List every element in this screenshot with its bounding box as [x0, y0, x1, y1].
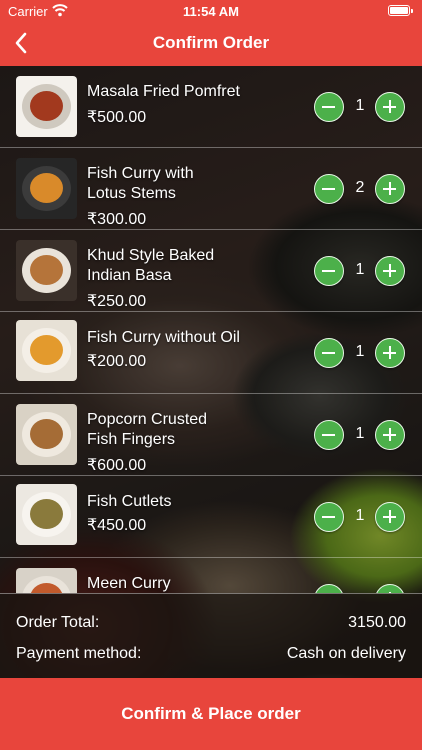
order-item: Fish Curry without Oil ₹200.00 1 — [0, 312, 422, 394]
item-quantity: 1 — [355, 507, 365, 524]
item-name: Masala Fried Pomfret — [87, 83, 240, 100]
item-price: ₹450.00 — [87, 517, 147, 534]
status-bar: Carrier 11:54 AM — [0, 0, 422, 22]
order-item: Fish Curry with Lotus Stems ₹300.00 2 — [0, 148, 422, 230]
item-name: Fish Curry without Oil — [87, 329, 240, 346]
decrease-quantity-button[interactable] — [314, 256, 344, 286]
increase-quantity-button[interactable] — [375, 92, 405, 122]
increase-quantity-button[interactable] — [375, 256, 405, 286]
order-item: Khud Style Baked Indian Basa ₹250.00 1 — [0, 230, 422, 312]
item-quantity: 2 — [355, 179, 365, 196]
item-name-line2: Fish Fingers — [87, 431, 176, 448]
order-item: Meen Curry — [0, 558, 422, 593]
payment-method-label: Payment method: — [16, 645, 142, 662]
item-thumbnail — [16, 484, 77, 545]
order-item: Popcorn Crusted Fish Fingers ₹600.00 1 — [0, 394, 422, 476]
order-summary: Order Total: 3150.00 Payment method: Cas… — [0, 593, 422, 678]
item-name-line2: Lotus Stems — [87, 185, 176, 202]
item-thumbnail — [16, 158, 77, 219]
item-name: Fish Cutlets — [87, 493, 172, 510]
item-name: Khud Style Baked — [87, 247, 215, 264]
decrease-quantity-button[interactable] — [314, 92, 344, 122]
status-time: 11:54 AM — [183, 4, 239, 19]
navigation-header: Carrier 11:54 AM Confirm Order — [0, 0, 422, 66]
item-price: ₹600.00 — [87, 457, 147, 474]
item-quantity: 1 — [355, 425, 365, 442]
item-quantity: 1 — [355, 343, 365, 360]
item-thumbnail — [16, 568, 77, 593]
increase-quantity-button[interactable] — [375, 174, 405, 204]
increase-quantity-button[interactable] — [375, 420, 405, 450]
decrease-quantity-button[interactable] — [314, 502, 344, 532]
item-price: ₹300.00 — [87, 211, 147, 228]
increase-quantity-button[interactable] — [375, 502, 405, 532]
item-quantity: 1 — [355, 97, 365, 114]
item-name: Popcorn Crusted — [87, 411, 208, 428]
item-thumbnail — [16, 76, 77, 137]
increase-quantity-button[interactable] — [375, 584, 405, 593]
item-quantity: 1 — [355, 261, 365, 278]
order-item: Masala Fried Pomfret ₹500.00 1 — [0, 66, 422, 148]
payment-method-value[interactable]: Cash on delivery — [287, 645, 406, 663]
item-price: ₹200.00 — [87, 353, 147, 370]
battery-icon — [388, 5, 413, 16]
item-price: ₹250.00 — [87, 293, 147, 310]
decrease-quantity-button[interactable] — [314, 174, 344, 204]
confirm-button-label: Confirm & Place order — [121, 704, 301, 723]
decrease-quantity-button[interactable] — [314, 338, 344, 368]
item-name-line2: Indian Basa — [87, 267, 172, 284]
item-thumbnail — [16, 404, 77, 465]
decrease-quantity-button[interactable] — [314, 584, 344, 593]
item-name: Fish Curry with — [87, 165, 194, 182]
order-item: Fish Cutlets ₹450.00 1 — [0, 476, 422, 558]
decrease-quantity-button[interactable] — [314, 420, 344, 450]
order-item-list[interactable]: Masala Fried Pomfret ₹500.00 1 Fish Curr… — [0, 66, 422, 593]
item-name: Meen Curry — [87, 575, 171, 592]
increase-quantity-button[interactable] — [375, 338, 405, 368]
item-thumbnail — [16, 240, 77, 301]
order-total-value: 3150.00 — [348, 614, 406, 631]
confirm-place-order-button[interactable]: Confirm & Place order — [0, 678, 422, 750]
order-total-label: Order Total: — [16, 614, 100, 631]
page-title: Confirm Order — [152, 33, 270, 52]
item-price: ₹500.00 — [87, 109, 147, 126]
item-thumbnail — [16, 320, 77, 381]
